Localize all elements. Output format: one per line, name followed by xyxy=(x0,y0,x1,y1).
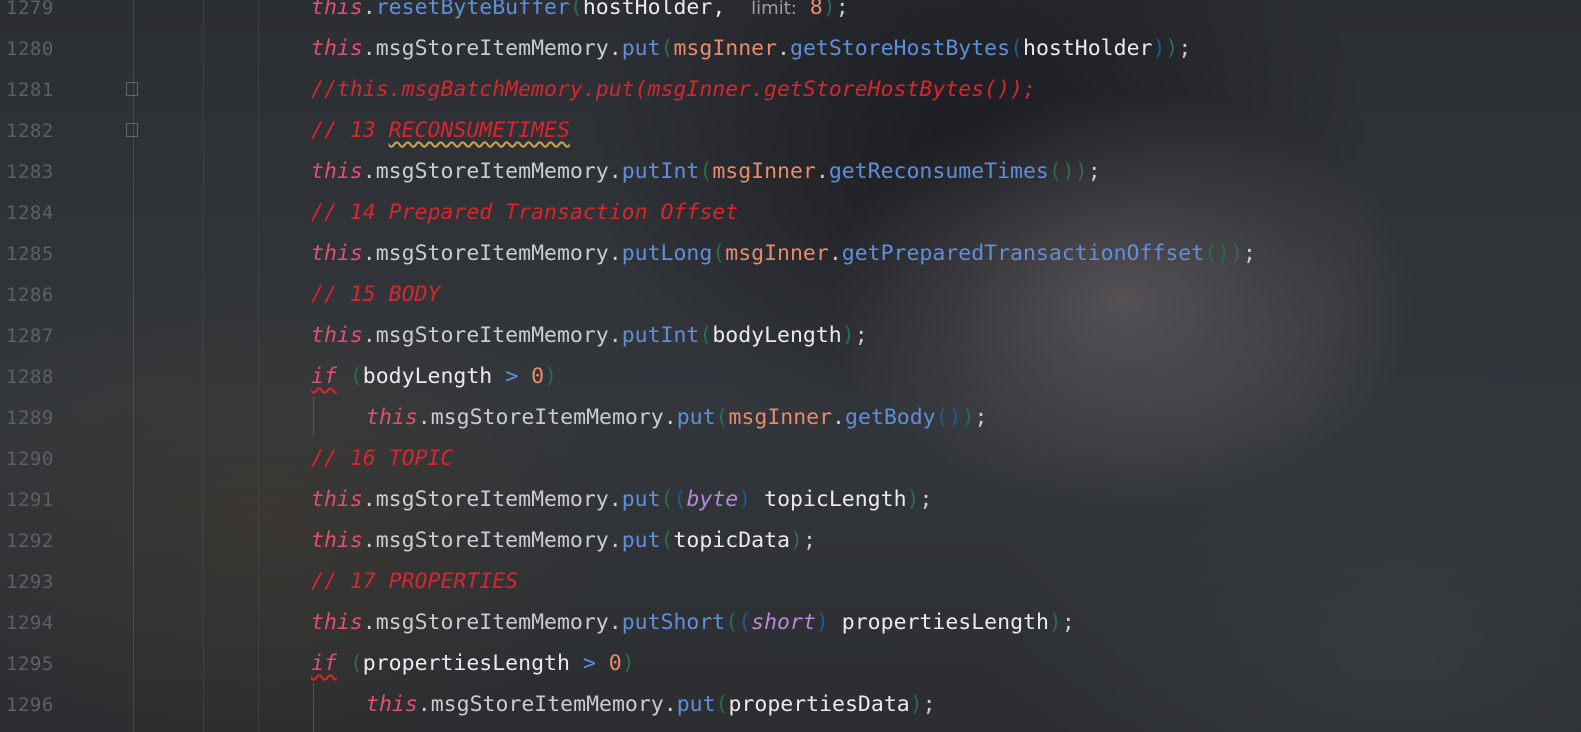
comment-text[interactable]: // 17 PROPERTIES xyxy=(311,569,518,595)
code-text[interactable]: this.msgStoreItemMemory.put((byte) topic… xyxy=(311,487,932,513)
code-line[interactable]: 1296 this.msgStoreItemMemory.put(propert… xyxy=(0,685,1581,726)
line-number: 1291 xyxy=(6,489,54,511)
code-line[interactable]: 1295 if (propertiesLength > 0) xyxy=(0,644,1581,685)
code-text[interactable]: this.msgStoreItemMemory.put(msgInner.get… xyxy=(366,405,987,431)
code-line[interactable]: 1282 // 13 RECONSUMETIMES xyxy=(0,111,1581,152)
line-number: 1285 xyxy=(6,243,54,265)
line-number: 1290 xyxy=(6,448,54,470)
code-line[interactable]: 1287 this.msgStoreItemMemory.putInt(body… xyxy=(0,316,1581,357)
line-number: 1287 xyxy=(6,325,54,347)
code-text[interactable]: this.resetByteBuffer(hostHolder, limit: … xyxy=(311,0,849,22)
comment-text[interactable]: // 14 Prepared Transaction Offset xyxy=(311,200,738,226)
code-text[interactable]: this.msgStoreItemMemory.putInt(bodyLengt… xyxy=(311,323,868,349)
code-line[interactable]: 1279 this.resetByteBuffer(hostHolder, li… xyxy=(0,0,1581,29)
code-line[interactable]: 1294 this.msgStoreItemMemory.putShort((s… xyxy=(0,603,1581,644)
line-number: 1283 xyxy=(6,161,54,183)
line-number: 1292 xyxy=(6,530,54,552)
line-number: 1282 xyxy=(6,120,54,142)
line-number: 1279 xyxy=(6,0,54,19)
code-text[interactable]: if (bodyLength > 0) xyxy=(311,364,557,390)
line-number: 1288 xyxy=(6,366,54,388)
fold-start-icon[interactable] xyxy=(126,82,138,96)
line-number: 1281 xyxy=(6,79,54,101)
inlay-hint: limit: xyxy=(751,0,797,19)
code-text[interactable]: this.msgStoreItemMemory.putShort((short)… xyxy=(311,610,1075,636)
code-text[interactable]: this.msgStoreItemMemory.put(propertiesDa… xyxy=(366,692,936,718)
code-text[interactable]: if (propertiesLength > 0) xyxy=(311,651,635,677)
code-line[interactable]: 1286 // 15 BODY xyxy=(0,275,1581,316)
code-line[interactable]: 1291 this.msgStoreItemMemory.put((byte) … xyxy=(0,480,1581,521)
code-editor[interactable]: 1279 this.resetByteBuffer(hostHolder, li… xyxy=(0,0,1581,732)
code-line[interactable]: 1280 this.msgStoreItemMemory.put(msgInne… xyxy=(0,29,1581,70)
missing-braces-warning: if xyxy=(311,651,337,676)
code-line[interactable]: 1285 this.msgStoreItemMemory.putLong(msg… xyxy=(0,234,1581,275)
code-text[interactable]: this.msgStoreItemMemory.putInt(msgInner.… xyxy=(311,159,1101,185)
line-number: 1289 xyxy=(6,407,54,429)
code-text[interactable]: this.msgStoreItemMemory.put(topicData); xyxy=(311,528,816,554)
code-line[interactable]: 1292 this.msgStoreItemMemory.put(topicDa… xyxy=(0,521,1581,562)
code-line[interactable]: 1288 if (bodyLength > 0) xyxy=(0,357,1581,398)
comment-text[interactable]: // 13 RECONSUMETIMES xyxy=(311,118,570,144)
code-line[interactable]: 1281 //this.msgBatchMemory.put(msgInner.… xyxy=(0,70,1581,111)
comment-text[interactable]: // 16 TOPIC xyxy=(311,446,453,472)
line-number: 1295 xyxy=(6,653,54,675)
code-text[interactable]: this.msgStoreItemMemory.put(msgInner.get… xyxy=(311,36,1191,62)
code-line[interactable]: 1283 this.msgStoreItemMemory.putInt(msgI… xyxy=(0,152,1581,193)
line-number: 1280 xyxy=(6,38,54,60)
line-number: 1286 xyxy=(6,284,54,306)
code-line[interactable]: 1289 this.msgStoreItemMemory.put(msgInne… xyxy=(0,398,1581,439)
code-line[interactable]: 1284 // 14 Prepared Transaction Offset xyxy=(0,193,1581,234)
typo-warning: RECONSUMETIMES xyxy=(388,118,570,143)
line-number: 1296 xyxy=(6,694,54,716)
code-text[interactable]: this.msgStoreItemMemory.putLong(msgInner… xyxy=(311,241,1256,267)
line-number: 1294 xyxy=(6,612,54,634)
comment-text[interactable]: // 15 BODY xyxy=(311,282,440,308)
missing-braces-warning: if xyxy=(311,364,337,389)
comment-text[interactable]: //this.msgBatchMemory.put(msgInner.getSt… xyxy=(311,77,1036,103)
line-number: 1284 xyxy=(6,202,54,224)
fold-end-icon[interactable] xyxy=(126,123,138,137)
line-number: 1293 xyxy=(6,571,54,593)
code-line[interactable]: 1293 // 17 PROPERTIES xyxy=(0,562,1581,603)
code-line[interactable]: 1290 // 16 TOPIC xyxy=(0,439,1581,480)
